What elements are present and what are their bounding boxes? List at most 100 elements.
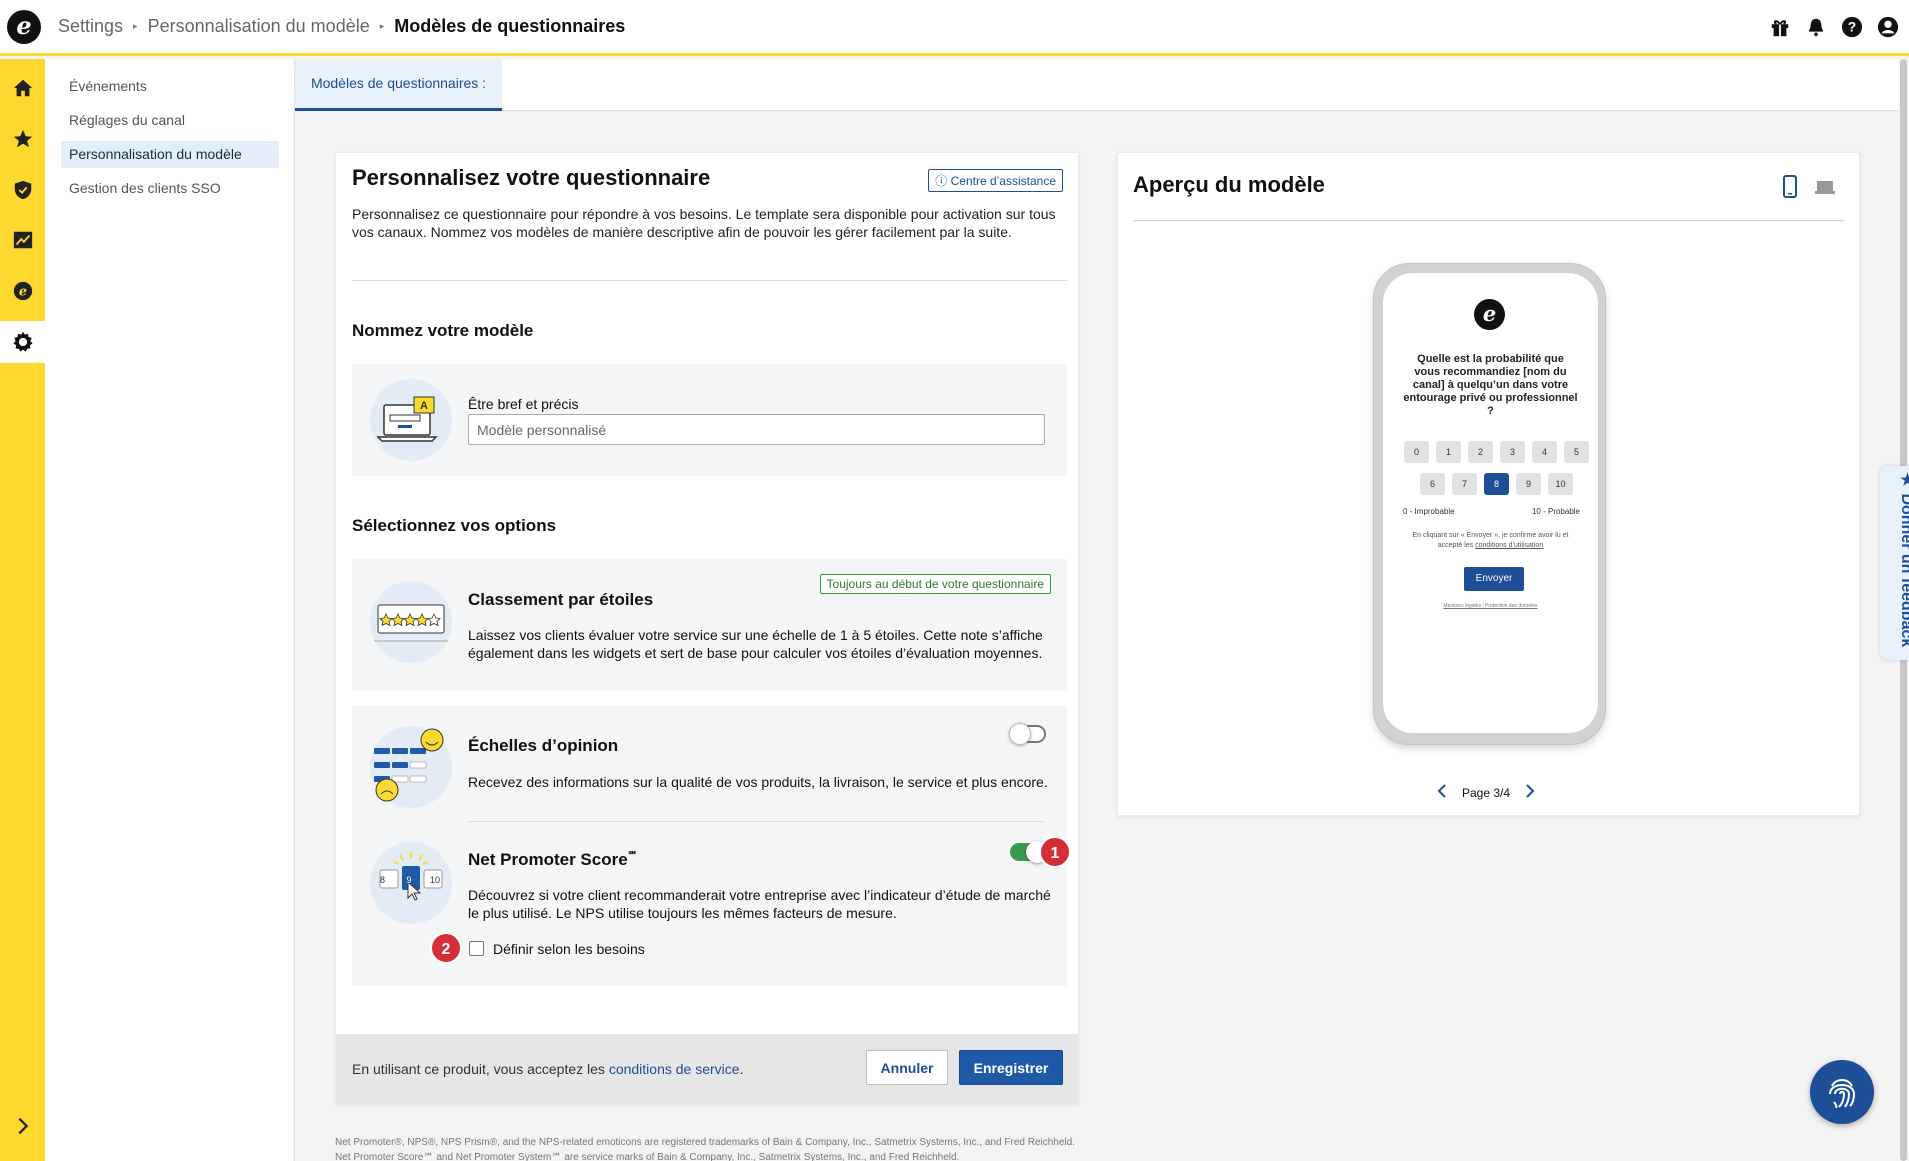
breadcrumb-item-personalisation[interactable]: Personnalisation du modèle bbox=[148, 16, 370, 37]
feedback-tab-label[interactable]: ★ Donner un feedback bbox=[1897, 470, 1909, 647]
preview-score-6: 6 bbox=[1420, 473, 1445, 495]
chevron-right-icon[interactable] bbox=[0, 1105, 45, 1147]
preview-score-1: 1 bbox=[1436, 441, 1461, 463]
star-rating-title: Classement par étoiles bbox=[468, 590, 654, 609]
preview-low-label: 0 - Improbable bbox=[1403, 507, 1455, 516]
opinion-scales-title: Échelles d’opinion bbox=[468, 736, 619, 755]
trademark-notice: Net Promoter®, NPS®, NPS Prism®, and the… bbox=[335, 1137, 1075, 1161]
preview-consent-link: conditions d’utilisation bbox=[1475, 542, 1544, 549]
tab-questionnaire-templates[interactable]: Modèles de questionnaires : bbox=[295, 59, 502, 111]
home-icon[interactable] bbox=[0, 67, 45, 109]
divider bbox=[352, 280, 1067, 281]
template-name-label: Être bref et précis bbox=[468, 396, 579, 412]
settings-sidebar: Événements Réglages du canal Personnalis… bbox=[45, 59, 295, 1161]
divider bbox=[1133, 220, 1844, 221]
template-name-input[interactable] bbox=[468, 414, 1045, 445]
nps-description: Découvrez si votre client recommanderait… bbox=[468, 887, 1051, 921]
preview-score-3: 3 bbox=[1500, 441, 1525, 463]
svg-text:?: ? bbox=[1848, 20, 1856, 35]
star-rating-illustration-icon bbox=[370, 581, 452, 663]
gear-icon[interactable] bbox=[0, 321, 45, 363]
cancel-button[interactable]: Annuler bbox=[866, 1050, 948, 1085]
always-first-badge: Toujours au début de votre questionnaire bbox=[819, 574, 1051, 594]
breadcrumb-separator-icon: ▸ bbox=[133, 21, 138, 31]
opinion-scale-illustration-icon bbox=[370, 726, 452, 808]
help-center-label: Centre d’assistance bbox=[950, 174, 1056, 188]
breadcrumb: Settings ▸ Personnalisation du modèle ▸ … bbox=[58, 16, 625, 37]
preview-score-7: 7 bbox=[1452, 473, 1477, 495]
svg-text:e: e bbox=[18, 285, 26, 300]
e-coin-icon[interactable]: e bbox=[0, 270, 45, 312]
preview-pagination: Page 3/4 bbox=[1436, 783, 1536, 802]
opinion-scales-description: Recevez des informations sur la qualité … bbox=[468, 774, 1048, 790]
preview-score-10: 10 bbox=[1548, 473, 1573, 495]
callout-badge-1: 1 bbox=[1039, 836, 1071, 868]
chart-icon[interactable] bbox=[0, 219, 45, 261]
preview-high-label: 10 - Probable bbox=[1531, 507, 1580, 516]
preview-score-5: 5 bbox=[1564, 441, 1589, 463]
preview-score-8-selected: 8 bbox=[1484, 473, 1509, 495]
preview-footer-links: Mentions légales | Protection des donnée… bbox=[1443, 603, 1538, 609]
help-icon[interactable]: ? bbox=[1841, 16, 1863, 38]
shield-icon[interactable] bbox=[0, 169, 45, 211]
nps-trademark: ℠ bbox=[627, 850, 638, 862]
sidebar-item-sso-clients[interactable]: Gestion des clients SSO bbox=[61, 175, 325, 202]
breadcrumb-item-settings[interactable]: Settings bbox=[58, 16, 123, 37]
form-intro: Personnalisez ce questionnaire pour répo… bbox=[352, 206, 1056, 240]
divider bbox=[468, 821, 1045, 822]
sidebar-item-template-personalisation[interactable]: Personnalisation du modèle bbox=[61, 141, 279, 168]
preview-question: Quelle est la probabilité que vous recom… bbox=[1403, 353, 1578, 417]
star-rating-option: Toujours au début de votre questionnaire… bbox=[352, 559, 1067, 691]
question-circle-icon: ⓘ bbox=[935, 174, 948, 188]
laptop-illustration-icon: A bbox=[370, 379, 452, 461]
callout-badge-2: 2 bbox=[430, 932, 462, 964]
nps-title: Net Promoter Score℠ bbox=[468, 850, 638, 870]
save-button[interactable]: Enregistrer bbox=[959, 1050, 1063, 1085]
desktop-view-icon[interactable] bbox=[1814, 175, 1836, 199]
chevron-left-icon[interactable] bbox=[1436, 783, 1448, 802]
preview-score-2: 2 bbox=[1468, 441, 1493, 463]
sidebar-item-events[interactable]: Événements bbox=[61, 73, 325, 100]
star-icon[interactable] bbox=[0, 118, 45, 160]
nps-illustration-icon bbox=[370, 842, 452, 924]
app-logo[interactable]: e bbox=[7, 10, 41, 44]
phone-screen: e Quelle est la probabilité que vous rec… bbox=[1383, 273, 1598, 733]
fingerprint-button[interactable] bbox=[1810, 1060, 1874, 1124]
preview-score-9: 9 bbox=[1516, 473, 1541, 495]
name-panel: A Être bref et précis bbox=[352, 364, 1067, 476]
gift-icon[interactable] bbox=[1769, 16, 1791, 38]
preview-score-4: 4 bbox=[1532, 441, 1557, 463]
opinion-scales-toggle[interactable] bbox=[1009, 723, 1046, 745]
terms-notice: En utilisant ce produit, vous acceptez l… bbox=[352, 1061, 743, 1077]
name-section-heading: Nommez votre modèle bbox=[352, 321, 534, 340]
sidebar-item-channel-settings[interactable]: Réglages du canal bbox=[61, 107, 325, 134]
chevron-right-icon[interactable] bbox=[1524, 783, 1536, 802]
form-footer: En utilisant ce produit, vous acceptez l… bbox=[336, 1034, 1078, 1104]
breadcrumb-item-current: Modèles de questionnaires bbox=[394, 16, 626, 36]
terms-text-end: . bbox=[739, 1061, 744, 1077]
bell-icon[interactable] bbox=[1805, 16, 1827, 38]
terms-text: En utilisant ce produit, vous acceptez l… bbox=[352, 1061, 609, 1077]
account-icon[interactable] bbox=[1877, 16, 1899, 38]
star-rating-description: Laissez vos clients évaluer votre servic… bbox=[468, 627, 1043, 661]
help-center-link[interactable]: ⓘ Centre d’assistance bbox=[928, 169, 1063, 192]
options-heading: Sélectionnez vos options bbox=[352, 516, 557, 535]
feedback-tab-text: Donner un feedback bbox=[1898, 493, 1909, 648]
template-preview-card: Aperçu du modèle e Quelle est la probabi… bbox=[1117, 152, 1860, 816]
top-bar: e Settings ▸ Personnalisation du modèle … bbox=[0, 0, 1909, 56]
main-rail: e bbox=[0, 59, 45, 1161]
svg-text:A: A bbox=[420, 400, 428, 412]
phone-mockup: e Quelle est la probabilité que vous rec… bbox=[1373, 263, 1606, 745]
mobile-view-icon[interactable] bbox=[1779, 175, 1801, 199]
nps-custom-checkbox-label[interactable]: Définir selon les besoins bbox=[493, 941, 645, 957]
preview-logo: e bbox=[1474, 299, 1505, 330]
preview-score-0: 0 bbox=[1404, 441, 1429, 463]
preview-title: Aperçu du modèle bbox=[1133, 172, 1325, 197]
terms-of-service-link[interactable]: conditions de service bbox=[609, 1061, 740, 1077]
toggle-knob bbox=[1009, 723, 1031, 745]
preview-consent: En cliquant sur « Envoyer », je confirme… bbox=[1403, 531, 1578, 551]
nps-custom-checkbox[interactable] bbox=[469, 941, 484, 956]
preview-send-button: Envoyer bbox=[1464, 567, 1524, 591]
nps-title-text: Net Promoter Score bbox=[468, 850, 628, 869]
optional-modules-panel: Échelles d’opinion Recevez des informati… bbox=[352, 706, 1071, 986]
